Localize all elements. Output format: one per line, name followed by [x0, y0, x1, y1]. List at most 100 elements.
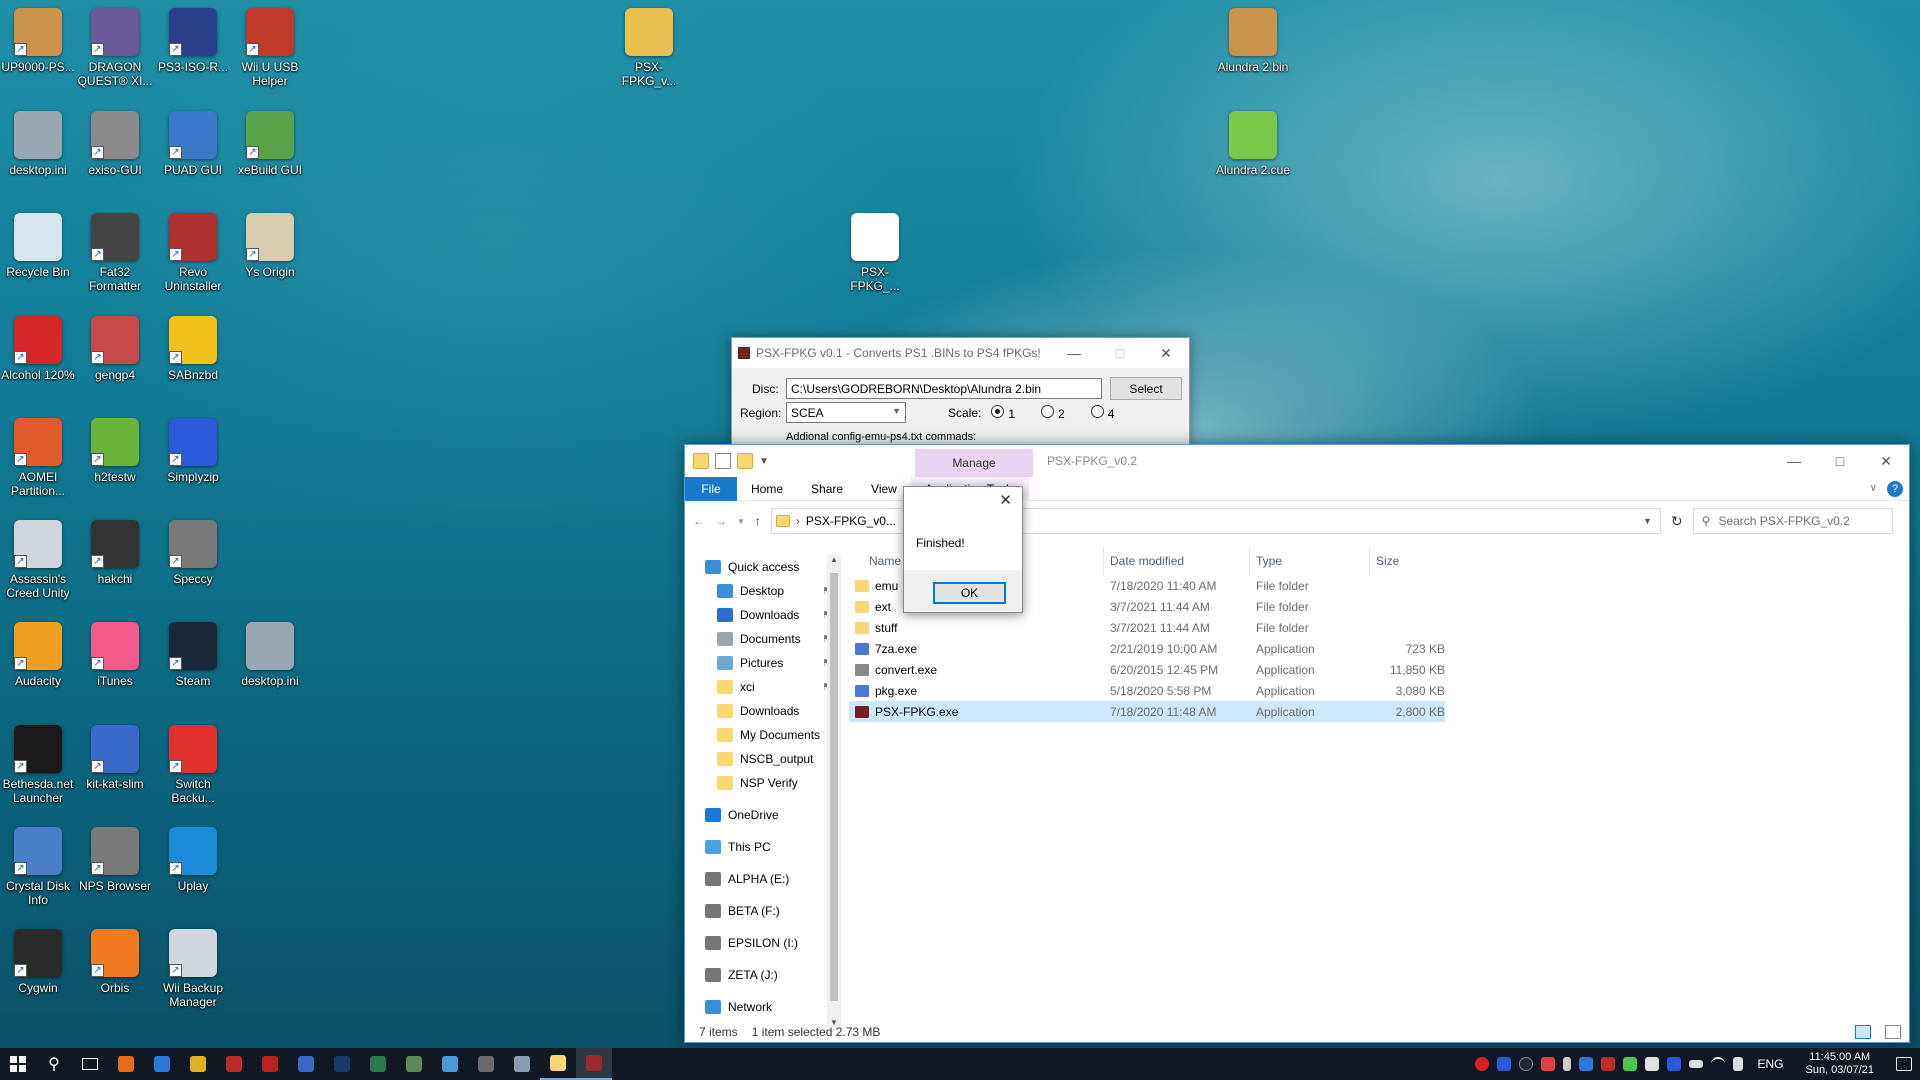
scale-radio-1[interactable]	[991, 404, 1005, 418]
desktop-icon[interactable]: ↗ Wii Backup Manager	[155, 925, 231, 1009]
app-tray-icon[interactable]	[1497, 1057, 1512, 1071]
nav-drive[interactable]: BETA (F:)	[685, 899, 841, 923]
properties-icon[interactable]	[715, 453, 731, 469]
recent-locations-icon[interactable]: ▼	[737, 517, 745, 526]
desktop-icon[interactable]: ↗ gengp4	[77, 312, 153, 382]
file-row[interactable]: PSX-FPKG.exe 7/18/2020 11:48 AM Applicatio…	[849, 701, 1445, 722]
nav-item-documents[interactable]: Documents⚑	[685, 627, 841, 651]
desktop-icon[interactable]: ↗ Uplay	[155, 823, 231, 893]
desktop-icon[interactable]: ↗ xeBuild GUI	[232, 107, 308, 177]
desktop-icon[interactable]: ↗ hakchi	[77, 516, 153, 586]
taskbar-app[interactable]	[144, 1048, 180, 1080]
taskbar-app[interactable]	[432, 1048, 468, 1080]
file-row[interactable]: 7za.exe 2/21/2019 10:00 AM Application 723 …	[849, 638, 1445, 659]
taskbar-app[interactable]	[216, 1048, 252, 1080]
nav-item-desktop[interactable]: Desktop⚑	[685, 579, 841, 603]
steam-tray-icon[interactable]	[1519, 1057, 1534, 1071]
desktop-icon[interactable]: ↗ Bethesda.net Launcher	[0, 721, 76, 805]
manage-tab-header[interactable]: Manage	[915, 449, 1033, 477]
nav-scrollbar[interactable]: ▲ ▼	[827, 555, 841, 1027]
taskbar-app[interactable]	[108, 1048, 144, 1080]
desktop-icon[interactable]: ↗ PUAD GUI	[155, 107, 231, 177]
bluetooth-tray-icon[interactable]	[1579, 1057, 1594, 1071]
tab-home[interactable]: Home	[737, 477, 797, 501]
close-icon[interactable]: ✕	[1143, 338, 1189, 368]
desktop-icon[interactable]: ↗ iTunes	[77, 618, 153, 688]
desktop-icon[interactable]: Recycle Bin	[0, 209, 76, 279]
scrollbar-thumb[interactable]	[830, 573, 838, 1001]
desktop-icon[interactable]: ↗ UP9000-PS...	[0, 4, 76, 74]
nav-this-pc[interactable]: This PC	[685, 835, 841, 859]
maximize-icon[interactable]: □	[1817, 446, 1863, 476]
wifi-tray-icon[interactable]	[1711, 1057, 1726, 1071]
taskbar-app[interactable]	[324, 1048, 360, 1080]
desktop-icon[interactable]: desktop.ini	[0, 107, 76, 177]
psx-window-titlebar[interactable]: PSX-FPKG v0.1 - Converts PS1 .BINs to PS…	[732, 338, 1189, 368]
refresh-icon[interactable]: ↻	[1671, 513, 1683, 530]
nav-drive[interactable]: EPSILON (I:)	[685, 931, 841, 955]
expand-ribbon-icon[interactable]: ∨	[1870, 483, 1877, 494]
nav-item-downloads[interactable]: Downloads⚑	[685, 603, 841, 627]
file-row[interactable]: convert.exe 6/20/2015 12:45 PM Application…	[849, 659, 1445, 680]
desktop-icon[interactable]: ↗ PS3-ISO-R...	[155, 4, 231, 74]
file-row[interactable]: pkg.exe 5/18/2020 5:58 PM Application 3,080…	[849, 680, 1445, 701]
close-icon[interactable]: ✕	[1863, 446, 1909, 476]
desktop-icon[interactable]: ↗ AOMEI Partition...	[0, 414, 76, 498]
battery-tray-icon[interactable]	[1689, 1060, 1704, 1068]
desktop-icon[interactable]: desktop.ini	[232, 618, 308, 688]
taskbar-app[interactable]	[252, 1048, 288, 1080]
antivirus-tray-icon[interactable]	[1475, 1057, 1490, 1071]
new-folder-icon[interactable]	[737, 453, 753, 469]
taskbar-app[interactable]	[504, 1048, 540, 1080]
column-date-modified[interactable]: Date modified	[1104, 547, 1250, 575]
nav-item-xci[interactable]: xci⚑	[685, 675, 841, 699]
scroll-up-icon[interactable]: ▲	[830, 555, 838, 564]
desktop-icon[interactable]: ↗ Speccy	[155, 516, 231, 586]
desktop-icon[interactable]: ↗ Alcohol 120%	[0, 312, 76, 382]
desktop-icon[interactable]: PSX-FPKG_...	[837, 209, 913, 293]
nav-onedrive[interactable]: OneDrive	[685, 803, 841, 827]
nav-item-pictures[interactable]: Pictures⚑	[685, 651, 841, 675]
customize-toolbar-icon[interactable]: ▼	[759, 456, 769, 467]
search-input[interactable]: ⚲ Search PSX-FPKG_v0.2	[1692, 508, 1893, 534]
breadcrumb[interactable]: PSX-FPKG_v0...	[806, 514, 896, 528]
nav-drive[interactable]: ALPHA (E:)	[685, 867, 841, 891]
desktop-icon[interactable]: ↗ exiso-GUI	[77, 107, 153, 177]
nav-network[interactable]: Network	[685, 995, 841, 1019]
nav-item-nsp-verify[interactable]: NSP Verify	[685, 771, 841, 795]
vpn-tray-icon[interactable]	[1601, 1057, 1616, 1071]
taskbar-app[interactable]	[576, 1048, 612, 1080]
nav-quick-access[interactable]: Quick access	[685, 555, 841, 579]
desktop-icon[interactable]: ↗ Cygwin	[0, 925, 76, 995]
desktop-icon[interactable]: ↗ Fat32 Formatter	[77, 209, 153, 293]
desktop-icon[interactable]: ↗ Simplyzip	[155, 414, 231, 484]
disc-path-field[interactable]: C:\Users\GODREBORN\Desktop\Alundra 2.bin	[786, 378, 1102, 399]
taskbar-app[interactable]	[540, 1048, 576, 1080]
desktop-icon[interactable]: ↗ DRAGON QUEST® XI...	[77, 4, 153, 88]
help-icon[interactable]: ?	[1887, 480, 1903, 497]
word-tray-icon[interactable]	[1667, 1057, 1682, 1071]
desktop-icon[interactable]: ↗ Crystal Disk Info	[0, 823, 76, 907]
torrent-tray-icon[interactable]	[1623, 1057, 1638, 1071]
minimize-icon[interactable]: —	[1051, 338, 1097, 368]
minimize-icon[interactable]: —	[1771, 446, 1817, 476]
maximize-icon[interactable]: □	[1097, 338, 1143, 368]
forward-icon[interactable]: →	[715, 514, 727, 528]
defender-tray-icon[interactable]	[1645, 1057, 1660, 1071]
taskbar-app[interactable]	[288, 1048, 324, 1080]
details-view-icon[interactable]	[1855, 1025, 1871, 1039]
taskbar-app[interactable]	[180, 1048, 216, 1080]
ok-button[interactable]: OK	[933, 582, 1006, 604]
start-button[interactable]	[0, 1048, 36, 1080]
task-view-button[interactable]	[72, 1048, 108, 1080]
notifications-icon[interactable]	[1896, 1057, 1912, 1071]
desktop-icon[interactable]: ↗ SABnzbd	[155, 312, 231, 382]
desktop-icon[interactable]: ↗ Audacity	[0, 618, 76, 688]
desktop-icon[interactable]: PSX-FPKG_v...	[611, 4, 687, 88]
taskbar-app[interactable]	[360, 1048, 396, 1080]
desktop-icon[interactable]: ↗ kit-kat-slim	[77, 721, 153, 791]
desktop-icon[interactable]: ↗ NPS Browser	[77, 823, 153, 893]
scale-radio-2[interactable]	[1041, 404, 1055, 418]
desktop-icon[interactable]: ↗ Orbis	[77, 925, 153, 995]
security-tray-icon[interactable]	[1541, 1057, 1556, 1071]
